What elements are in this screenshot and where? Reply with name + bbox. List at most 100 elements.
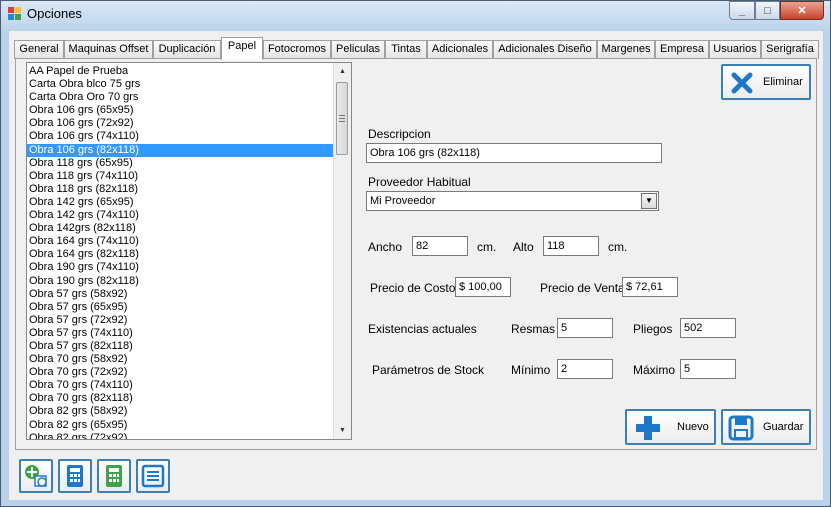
list-item[interactable]: Obra 57 grs (58x92) bbox=[27, 288, 333, 301]
window-title: Opciones bbox=[27, 6, 82, 21]
list-item[interactable]: Carta Obra blco 75 grs bbox=[27, 78, 333, 91]
close-button[interactable]: ✕ bbox=[780, 1, 824, 20]
list-item[interactable]: Obra 118 grs (65x95) bbox=[27, 157, 333, 170]
alto-unit: cm. bbox=[608, 240, 628, 254]
calculator-blue-button[interactable] bbox=[58, 459, 92, 493]
calculator-green-button[interactable] bbox=[97, 459, 131, 493]
proveedor-select[interactable]: Mi Proveedor ▼ bbox=[366, 191, 659, 211]
list-item[interactable]: Obra 142 grs (74x110) bbox=[27, 209, 333, 222]
minimo-field[interactable]: 2 bbox=[557, 359, 613, 379]
list-item[interactable]: Obra 57 grs (82x118) bbox=[27, 340, 333, 353]
app-icon bbox=[8, 7, 22, 21]
scroll-down-icon[interactable]: ▼ bbox=[334, 422, 351, 439]
options-window: Opciones _ □ ✕ General Maquinas Offset D… bbox=[0, 0, 831, 507]
list-item[interactable]: Obra 57 grs (72x92) bbox=[27, 314, 333, 327]
proveedor-label: Proveedor Habitual bbox=[368, 175, 471, 189]
ancho-label: Ancho bbox=[368, 240, 403, 254]
list-item[interactable]: Obra 190 grs (82x118) bbox=[27, 275, 333, 288]
pliegos-field[interactable]: 502 bbox=[680, 318, 736, 338]
list-button[interactable] bbox=[136, 459, 170, 493]
tab-duplicacion[interactable]: Duplicación bbox=[153, 40, 221, 59]
tab-strip: General Maquinas Offset Duplicación Pape… bbox=[9, 37, 823, 60]
list-item[interactable]: Obra 70 grs (72x92) bbox=[27, 366, 333, 379]
list-item[interactable]: Obra 70 grs (74x110) bbox=[27, 379, 333, 392]
ancho-field[interactable]: 82 bbox=[412, 236, 468, 256]
add-schedule-icon bbox=[25, 465, 47, 487]
nuevo-button[interactable]: Nuevo bbox=[625, 409, 716, 445]
paper-list: AA Papel de Prueba Carta Obra blco 75 grs… bbox=[27, 65, 333, 439]
precio-venta-label: Precio de Venta bbox=[540, 281, 625, 295]
resmas-label: Resmas bbox=[511, 322, 556, 336]
precio-venta-field[interactable]: $ 72,61 bbox=[622, 277, 678, 297]
maximo-label: Máximo bbox=[633, 363, 676, 377]
tab-peliculas[interactable]: Peliculas bbox=[331, 40, 385, 59]
calculator-green-icon bbox=[106, 465, 122, 487]
ancho-unit: cm. bbox=[477, 240, 497, 254]
precio-costo-field[interactable]: $ 100,00 bbox=[455, 277, 511, 297]
chevron-down-icon[interactable]: ▼ bbox=[641, 193, 657, 209]
scroll-up-icon[interactable]: ▲ bbox=[334, 63, 351, 80]
minimize-button[interactable]: _ bbox=[729, 1, 755, 20]
list-item[interactable]: Obra 57 grs (65x95) bbox=[27, 301, 333, 314]
resmas-field[interactable]: 5 bbox=[557, 318, 613, 338]
tab-papel[interactable]: Papel bbox=[221, 37, 263, 60]
list-item[interactable]: Obra 70 grs (58x92) bbox=[27, 353, 333, 366]
list-item[interactable]: Obra 142 grs (65x95) bbox=[27, 196, 333, 209]
descripcion-field[interactable]: Obra 106 grs (82x118) bbox=[366, 143, 662, 163]
tab-adicionales[interactable]: Adicionales bbox=[427, 40, 493, 59]
tab-general[interactable]: General bbox=[14, 40, 64, 59]
list-item[interactable]: Obra 106 grs (72x92) bbox=[27, 117, 333, 130]
tab-margenes[interactable]: Margenes bbox=[597, 40, 655, 59]
list-item[interactable]: Obra 142grs (82x118) bbox=[27, 222, 333, 235]
calculator-blue-icon bbox=[67, 465, 83, 487]
existencias-label: Existencias actuales bbox=[368, 322, 477, 336]
tab-empresa[interactable]: Empresa bbox=[655, 40, 709, 59]
nuevo-label: Nuevo bbox=[677, 421, 709, 433]
alto-label: Alto bbox=[513, 240, 534, 254]
pliegos-label: Pliegos bbox=[633, 322, 673, 336]
list-item[interactable]: Obra 164 grs (74x110) bbox=[27, 235, 333, 248]
list-scrollbar[interactable]: ▲ ▼ bbox=[333, 63, 351, 439]
tab-tintas[interactable]: Tintas bbox=[385, 40, 427, 59]
tab-fotocromos[interactable]: Fotocromos bbox=[263, 40, 331, 59]
plus-icon bbox=[636, 416, 660, 440]
list-item[interactable]: Obra 106 grs (82x118) bbox=[27, 143, 333, 157]
eliminar-label: Eliminar bbox=[763, 76, 803, 88]
list-item[interactable]: Obra 82 grs (58x92) bbox=[27, 405, 333, 418]
title-bar[interactable]: Opciones _ □ ✕ bbox=[1, 1, 830, 31]
list-item[interactable]: Obra 57 grs (74x110) bbox=[27, 327, 333, 340]
tab-usuarios[interactable]: Usuarios bbox=[709, 40, 761, 59]
scroll-thumb[interactable] bbox=[336, 82, 348, 155]
descripcion-label: Descripcion bbox=[368, 127, 431, 141]
list-item[interactable]: Obra 82 grs (65x95) bbox=[27, 419, 333, 432]
list-item[interactable]: AA Papel de Prueba bbox=[27, 65, 333, 78]
list-item[interactable]: Obra 82 grs (72x92) bbox=[27, 432, 333, 439]
list-item[interactable]: Obra 106 grs (65x95) bbox=[27, 104, 333, 117]
guardar-button[interactable]: Guardar bbox=[721, 409, 811, 445]
list-item[interactable]: Obra 190 grs (74x110) bbox=[27, 261, 333, 274]
maximize-button[interactable]: □ bbox=[755, 1, 780, 20]
list-item[interactable]: Obra 106 grs (74x110) bbox=[27, 130, 333, 143]
minimo-label: Mínimo bbox=[511, 363, 551, 377]
list-item[interactable]: Obra 118 grs (74x110) bbox=[27, 170, 333, 183]
list-item[interactable]: Carta Obra Oro 70 grs bbox=[27, 91, 333, 104]
proveedor-value: Mi Proveedor bbox=[370, 195, 436, 207]
stock-label: Parámetros de Stock bbox=[372, 363, 485, 377]
delete-x-icon bbox=[731, 72, 753, 94]
papel-panel: AA Papel de Prueba Carta Obra blco 75 grs… bbox=[15, 58, 817, 450]
maximo-field[interactable]: 5 bbox=[680, 359, 736, 379]
eliminar-button[interactable]: Eliminar bbox=[721, 64, 811, 100]
add-schedule-button[interactable] bbox=[19, 459, 53, 493]
tab-maquinas-offset[interactable]: Maquinas Offset bbox=[64, 40, 153, 59]
list-item[interactable]: Obra 164 grs (82x118) bbox=[27, 248, 333, 261]
paper-listbox[interactable]: AA Papel de Prueba Carta Obra blco 75 grs… bbox=[26, 62, 352, 440]
guardar-label: Guardar bbox=[763, 421, 804, 433]
precio-costo-label: Precio de Costo bbox=[370, 281, 456, 295]
save-disk-icon bbox=[728, 415, 754, 441]
list-item[interactable]: Obra 118 grs (82x118) bbox=[27, 183, 333, 196]
alto-field[interactable]: 118 bbox=[543, 236, 599, 256]
list-item[interactable]: Obra 70 grs (82x118) bbox=[27, 392, 333, 405]
tab-serigrafia[interactable]: Serigrafía bbox=[761, 40, 819, 59]
client-area: General Maquinas Offset Duplicación Pape… bbox=[9, 31, 823, 500]
tab-adicionales-diseno[interactable]: Adicionales Diseño bbox=[493, 40, 597, 59]
